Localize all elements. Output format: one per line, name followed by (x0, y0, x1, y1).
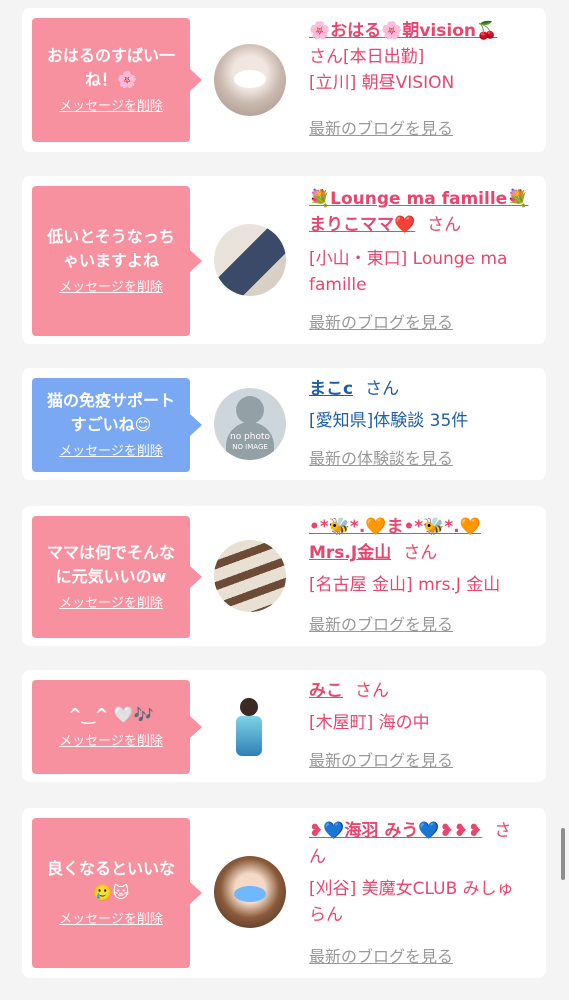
review-count-text: [愛知県]体験談 35件 (309, 411, 469, 431)
delete-message-link[interactable]: メッセージを削除 (59, 733, 163, 751)
profile-info: まこc さん [愛知県]体験談 35件 (309, 376, 539, 434)
latest-review-link[interactable]: 最新の体験談を見る (309, 448, 453, 470)
delete-message-link[interactable]: メッセージを削除 (59, 911, 163, 929)
message-text: ママは何でそんな に元気いいのw (46, 543, 175, 586)
message-text: 良くなるといいな 🥲🐱 (46, 859, 175, 902)
avatar[interactable] (214, 44, 286, 116)
profile-info: 💐Lounge ma famille💐 まりこママ❤️ さん [小山・東口] Lo… (309, 186, 539, 298)
profile-info: みこ さん [木屋町] 海の中 (309, 678, 539, 736)
scrollbar[interactable] (561, 828, 565, 880)
honorific: さん (427, 215, 462, 235)
honorific: さん (365, 379, 400, 399)
profile-name-link[interactable]: まりこママ❤️ (309, 215, 415, 235)
avatar[interactable] (214, 540, 286, 612)
message-text: おはるのすばい一 ね！🌸 (46, 46, 175, 89)
shop-text: らん (309, 905, 343, 925)
latest-blog-link[interactable]: 最新のブログを見る (309, 312, 453, 334)
honorific-wrap: ん (309, 847, 326, 867)
honorific: さん (355, 681, 389, 701)
profile-name-link[interactable]: •*🐝*.🧡ま•*🐝*.🧡 (309, 514, 539, 540)
message-bubble: 低いとそうなっち ゃいますよね メッセージを削除 (32, 186, 202, 336)
latest-blog-link[interactable]: 最新のブログを見る (309, 118, 453, 140)
message-card: 猫の免疫サポート すごいね😊 メッセージを削除 no photo NO IMAGE … (22, 368, 546, 480)
shop-text: [木屋町] 海の中 (309, 713, 430, 733)
shop-text: [刈谷] 美魔女CLUB みしゅ (309, 879, 514, 899)
profile-name-link[interactable]: 💐Lounge ma famille💐 (309, 186, 539, 212)
honorific: さ (494, 821, 512, 841)
profile-name-link[interactable]: まこc (309, 379, 353, 399)
shop-text: famille (309, 275, 367, 295)
message-bubble: 猫の免疫サポート すごいね😊 メッセージを削除 (32, 378, 202, 472)
message-bubble: おはるのすばい一 ね！🌸 メッセージを削除 (32, 18, 202, 142)
honorific: さん (403, 543, 438, 563)
profile-info: •*🐝*.🧡ま•*🐝*.🧡 Mrs.J金山 さん [名古屋 金山] mrs.J 金… (309, 514, 539, 598)
message-card: 低いとそうなっち ゃいますよね メッセージを削除 💐Lounge ma famil… (22, 176, 546, 344)
message-card: 良くなるといいな 🥲🐱 メッセージを削除 ❥💙海羽 みう💙❥❥❥ さ ん [刈谷] … (22, 808, 546, 978)
message-bubble: 良くなるといいな 🥲🐱 メッセージを削除 (32, 818, 202, 968)
message-card: おはるのすばい一 ね！🌸 メッセージを削除 🌸おはる🌸朝vision🍒 さん[本日… (22, 8, 546, 152)
avatar[interactable] (214, 224, 286, 296)
delete-message-link[interactable]: メッセージを削除 (59, 595, 163, 613)
message-bubble: ママは何でそんな に元気いいのw メッセージを削除 (32, 516, 202, 638)
message-text: 低いとそうなっち ゃいますよね (47, 227, 175, 270)
status-text: さん[本日出勤] (309, 47, 425, 67)
delete-message-link[interactable]: メッセージを削除 (59, 279, 163, 297)
no-photo-avatar[interactable]: no photo NO IMAGE (214, 388, 286, 460)
latest-blog-link[interactable]: 最新のブログを見る (309, 750, 453, 772)
avatar[interactable] (214, 856, 286, 928)
profile-name-link[interactable]: ❥💙海羽 みう💙❥❥❥ (309, 821, 482, 841)
avatar[interactable] (214, 692, 286, 764)
message-text: ^‿^ 🤍🎶 (68, 705, 154, 724)
message-text: 猫の免疫サポート すごいね😊 (46, 391, 175, 434)
profile-name-link[interactable]: 🌸おはる🌸朝vision🍒 (309, 18, 539, 44)
profile-name-link[interactable]: みこ (309, 681, 343, 701)
latest-blog-link[interactable]: 最新のブログを見る (309, 614, 453, 636)
profile-name-link[interactable]: Mrs.J金山 (309, 543, 391, 563)
delete-message-link[interactable]: メッセージを削除 (59, 98, 163, 116)
message-bubble: ^‿^ 🤍🎶 メッセージを削除 (32, 680, 202, 774)
delete-message-link[interactable]: メッセージを削除 (59, 443, 163, 461)
shop-text: [立川] 朝昼VISION (309, 73, 455, 93)
profile-info: ❥💙海羽 みう💙❥❥❥ さ ん [刈谷] 美魔女CLUB みしゅ らん (309, 818, 539, 928)
shop-text: [小山・東口] Lounge ma (309, 249, 508, 269)
latest-blog-link[interactable]: 最新のブログを見る (309, 946, 453, 968)
message-card: ママは何でそんな に元気いいのw メッセージを削除 •*🐝*.🧡ま•*🐝*.🧡 M… (22, 506, 546, 646)
message-card: ^‿^ 🤍🎶 メッセージを削除 みこ さん [木屋町] 海の中 最新のブログを見る (22, 670, 546, 782)
profile-info: 🌸おはる🌸朝vision🍒 さん[本日出勤] [立川] 朝昼VISION (309, 18, 539, 96)
shop-text: [名古屋 金山] mrs.J 金山 (309, 575, 501, 595)
